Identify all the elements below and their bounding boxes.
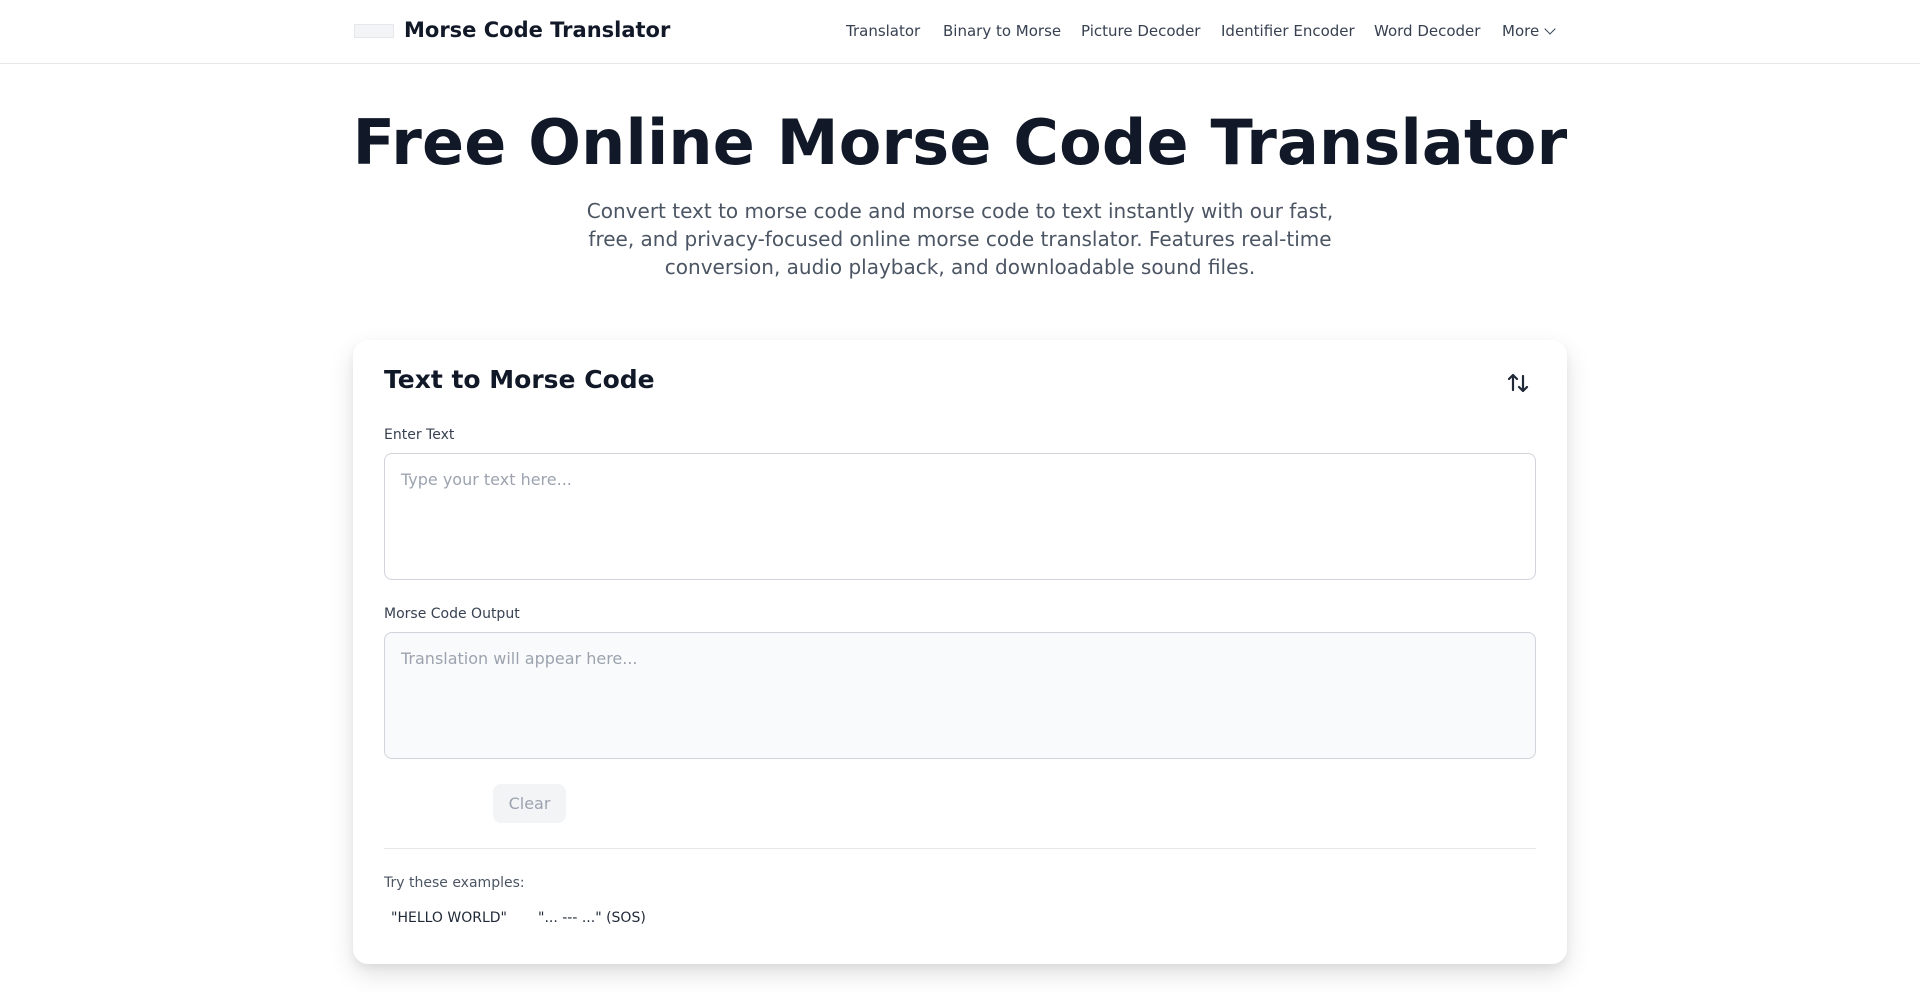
top-navbar: Morse Code Translator Translator Binary … <box>0 0 1920 64</box>
swap-direction-button[interactable] <box>1503 368 1533 398</box>
chevron-down-icon <box>1544 23 1556 35</box>
swap-vertical-arrows-icon <box>1507 373 1529 393</box>
divider <box>384 848 1536 849</box>
nav-binary-to-morse[interactable]: Binary to Morse <box>943 22 1061 40</box>
examples-label: Try these examples: <box>384 875 525 891</box>
example-sos[interactable]: "... --- ..." (SOS) <box>538 910 646 926</box>
nav-identifier-encoder[interactable]: Identifier Encoder <box>1221 22 1355 40</box>
nav-translator[interactable]: Translator <box>846 22 920 40</box>
logo[interactable] <box>354 24 394 38</box>
nav-word-decoder[interactable]: Word Decoder <box>1374 22 1480 40</box>
translator-card: Text to Morse Code Enter Text Morse Code… <box>353 340 1567 964</box>
input-label: Enter Text <box>384 427 455 443</box>
output-label: Morse Code Output <box>384 606 520 622</box>
page-subtitle: Convert text to morse code and morse cod… <box>586 199 1334 279</box>
nav-more-dropdown[interactable]: More <box>1502 22 1556 40</box>
brand-title[interactable]: Morse Code Translator <box>404 18 670 42</box>
morse-output[interactable] <box>384 632 1536 759</box>
clear-button[interactable]: Clear <box>493 784 566 823</box>
example-hello-world[interactable]: "HELLO WORLD" <box>391 910 507 926</box>
page-title: Free Online Morse Code Translator <box>352 106 1568 179</box>
more-label: More <box>1502 22 1540 40</box>
text-input[interactable] <box>384 453 1536 580</box>
card-title: Text to Morse Code <box>384 365 655 394</box>
nav-picture-decoder[interactable]: Picture Decoder <box>1081 22 1200 40</box>
